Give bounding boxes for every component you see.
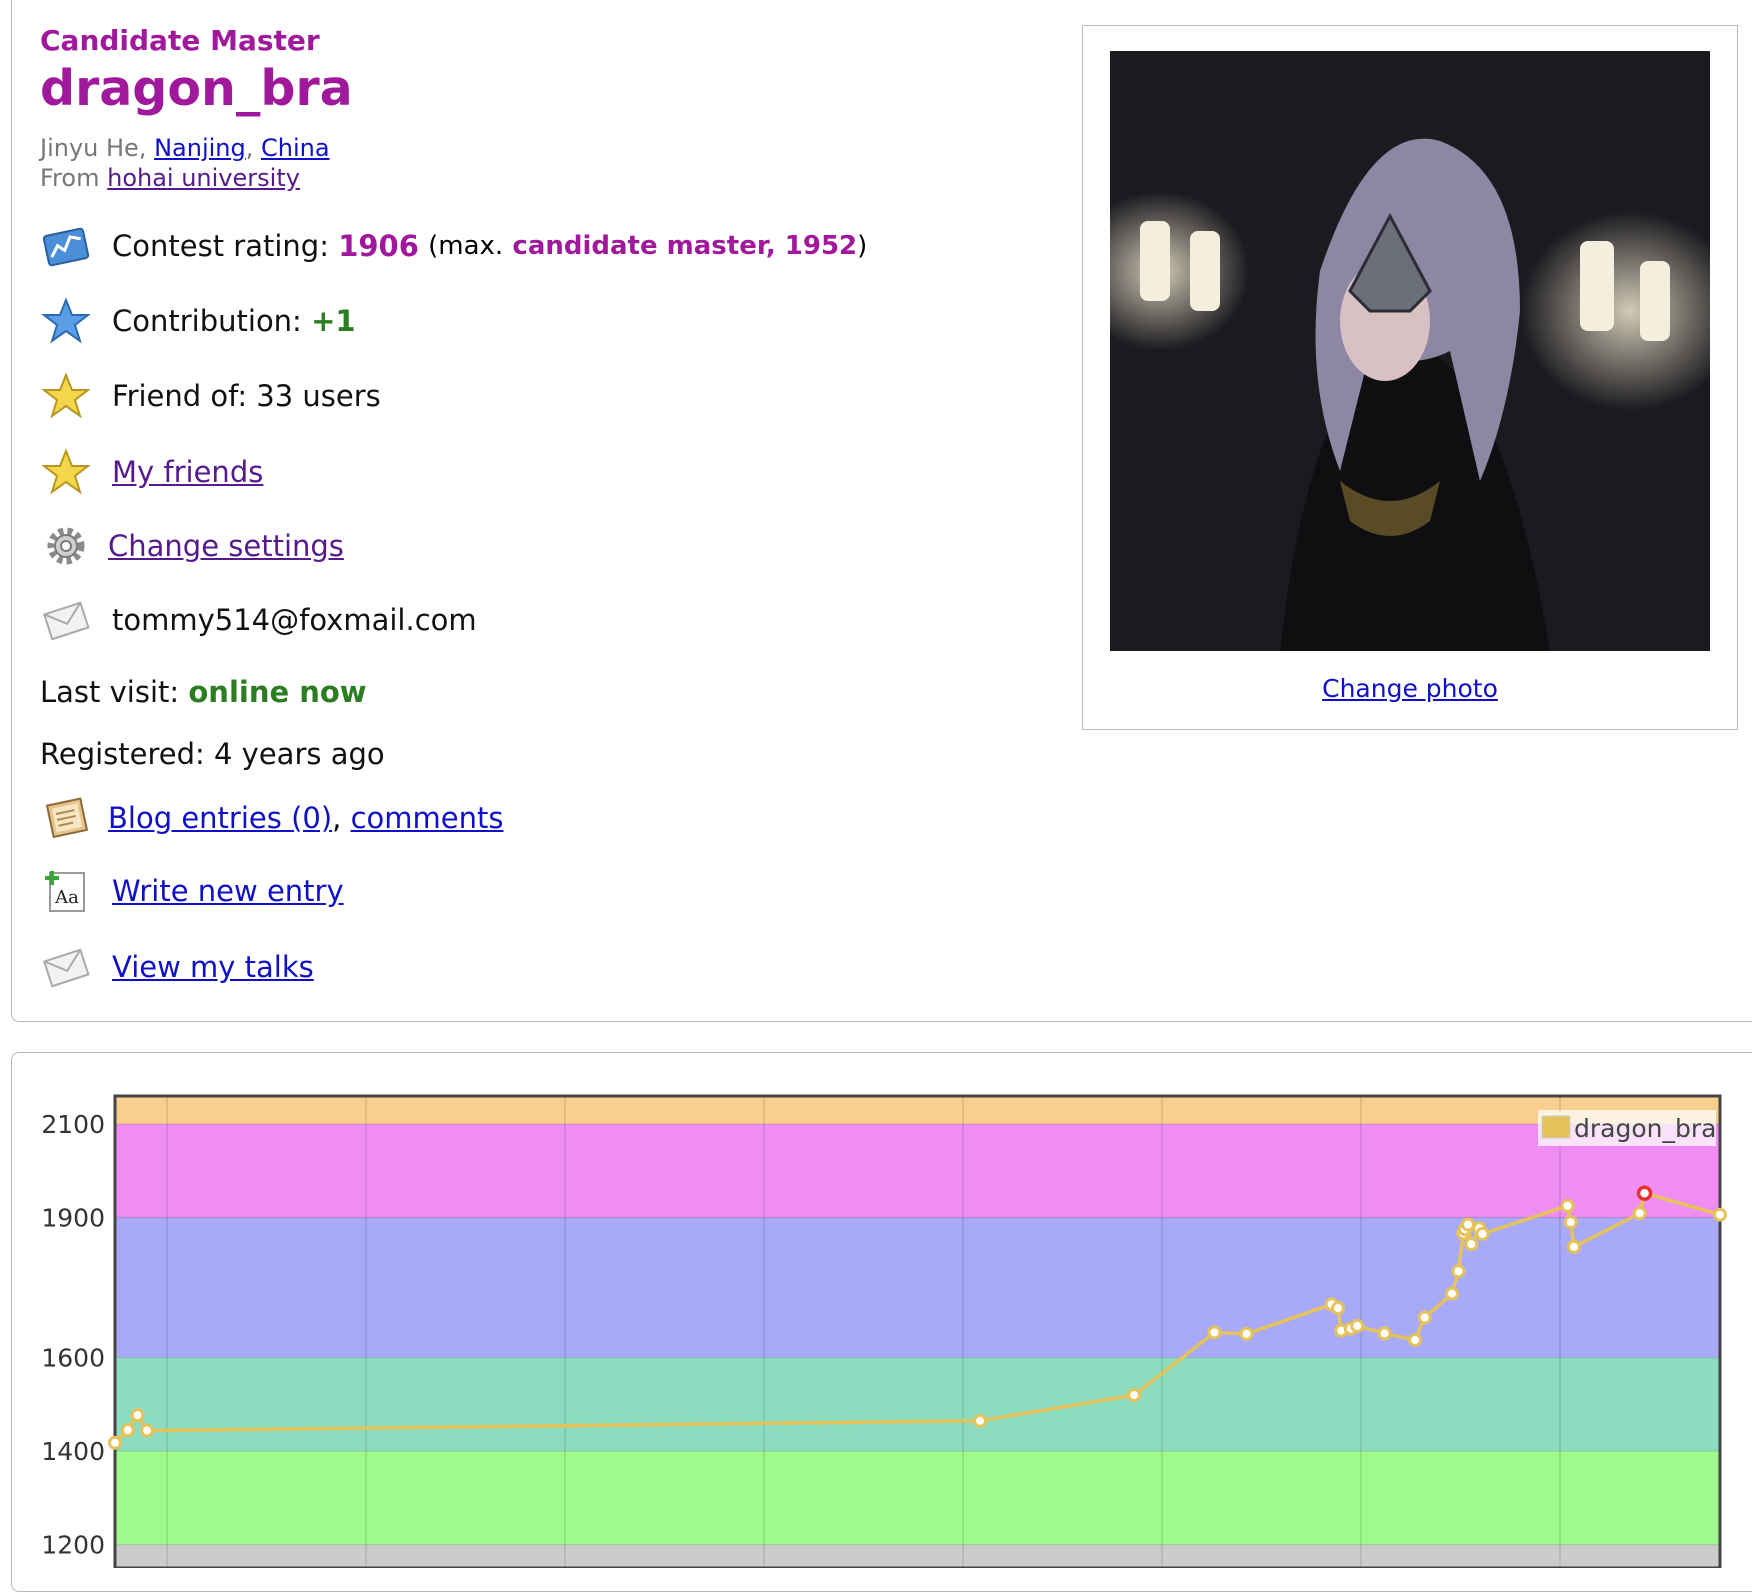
rating-point: [1475, 1226, 1490, 1241]
contest-rating-label: Contest rating:: [112, 229, 329, 263]
comments-link[interactable]: comments: [351, 801, 504, 835]
rating-point: [140, 1423, 155, 1438]
contribution-row: Contribution: +1: [40, 295, 356, 347]
write-new-entry-link[interactable]: Write new entry: [112, 874, 344, 908]
user-rank: Candidate Master: [40, 24, 320, 57]
rating-point: [1350, 1318, 1365, 1333]
settings-gear-icon: [40, 520, 92, 572]
organization-link[interactable]: hohai university: [107, 164, 300, 192]
rating-chart: 1200 1400 1600 1900 2100 dragon_bra: [41, 1094, 1727, 1568]
city-link[interactable]: Nanjing: [154, 134, 246, 162]
rating-band-1: [115, 1124, 1720, 1218]
rating-point: [973, 1413, 988, 1428]
friend-star-icon: [40, 370, 92, 422]
max-rating-point: [1636, 1185, 1653, 1201]
rating-band-4: [115, 1451, 1720, 1545]
rating-point: [1713, 1207, 1727, 1222]
write-entry-icon: Aa: [40, 865, 92, 917]
from-label: From: [40, 164, 100, 192]
contribution-label: Contribution:: [112, 304, 302, 338]
contest-rating-row: Contest rating: 1906 (max. candidate mas…: [40, 220, 867, 272]
write-entry-row: Aa Write new entry: [40, 865, 344, 917]
view-talks-row: View my talks: [40, 941, 314, 993]
max-rating-suffix: ): [857, 231, 868, 261]
legend-label: dragon_bra: [1574, 1114, 1716, 1143]
user-handle: dragon_bra: [40, 60, 353, 117]
talks-envelope-icon: [40, 941, 92, 993]
change-settings-row: Change settings: [40, 520, 344, 572]
blog-separator: ,: [332, 801, 351, 835]
country-link[interactable]: China: [261, 134, 330, 162]
change-photo-container: Change photo: [1083, 674, 1737, 703]
blog-row: Blog entries (0), comments: [40, 792, 503, 844]
my-friends-link[interactable]: My friends: [112, 455, 263, 489]
photo-box: Change photo: [1082, 25, 1738, 730]
friend-of-row: Friend of: 33 users: [40, 370, 381, 422]
email-envelope-icon: [40, 594, 92, 646]
y-tick-label-2: 1600: [41, 1344, 105, 1373]
friend-of-text: Friend of: 33 users: [112, 379, 381, 413]
change-settings-link[interactable]: Change settings: [108, 529, 344, 563]
rating-point: [108, 1435, 122, 1450]
y-tick-label-3: 1900: [41, 1204, 105, 1233]
rating-point: [1461, 1217, 1476, 1232]
rating-point: [1464, 1237, 1479, 1252]
contribution-value: +1: [311, 304, 356, 338]
user-avatar: [1110, 51, 1710, 651]
last-visit-row: Last visit: online now: [40, 666, 367, 718]
rating-point: [1560, 1198, 1575, 1213]
rating-point: [1417, 1310, 1432, 1325]
legend-swatch: [1541, 1115, 1571, 1139]
rating-band-3: [115, 1357, 1720, 1452]
contest-rating-value: 1906: [338, 229, 419, 263]
registered-text: Registered: 4 years ago: [40, 737, 385, 771]
y-tick-label-4: 2100: [41, 1110, 105, 1139]
rating-point: [1563, 1215, 1578, 1230]
rating-point: [120, 1423, 135, 1438]
rating-point: [1377, 1326, 1392, 1341]
rating-point: [1444, 1286, 1459, 1301]
email-text: tommy514@foxmail.com: [112, 603, 477, 637]
y-tick-label-1: 1400: [41, 1437, 105, 1466]
user-organization: From hohai university: [40, 164, 300, 192]
rating-point: [1331, 1301, 1346, 1316]
blog-entries-link[interactable]: Blog entries (0): [108, 801, 332, 835]
change-photo-link[interactable]: Change photo: [1322, 674, 1498, 703]
view-talks-link[interactable]: View my talks: [112, 950, 314, 984]
max-rating-value: candidate master, 1952: [512, 231, 858, 261]
y-tick-label-0: 1200: [41, 1531, 105, 1560]
max-rating-prefix: (max.: [428, 231, 504, 261]
blog-notebook-icon: [40, 792, 92, 844]
rating-point: [1207, 1325, 1222, 1340]
rating-point: [1451, 1264, 1466, 1279]
registered-row: Registered: 4 years ago: [40, 728, 385, 780]
rating-point: [1239, 1326, 1254, 1341]
my-friends-star-icon: [40, 446, 92, 498]
email-row: tommy514@foxmail.com: [40, 594, 477, 646]
user-location: Jinyu He, Nanjing, China: [40, 134, 330, 162]
rating-point: [1127, 1388, 1142, 1403]
rating-point: [1408, 1332, 1423, 1347]
rating-band-0: [115, 1096, 1720, 1125]
rating-chart-icon: [40, 220, 92, 272]
rating-band-5: [115, 1544, 1720, 1568]
last-visit-label: Last visit:: [40, 675, 180, 709]
rating-point: [130, 1408, 145, 1423]
my-friends-row: My friends: [40, 446, 263, 498]
user-real-name: Jinyu He: [40, 134, 139, 162]
rating-point: [1632, 1206, 1647, 1221]
rating-point: [1566, 1239, 1581, 1254]
svg-text:Aa: Aa: [54, 887, 79, 908]
contribution-star-icon: [40, 295, 92, 347]
last-visit-value: online now: [188, 675, 367, 709]
